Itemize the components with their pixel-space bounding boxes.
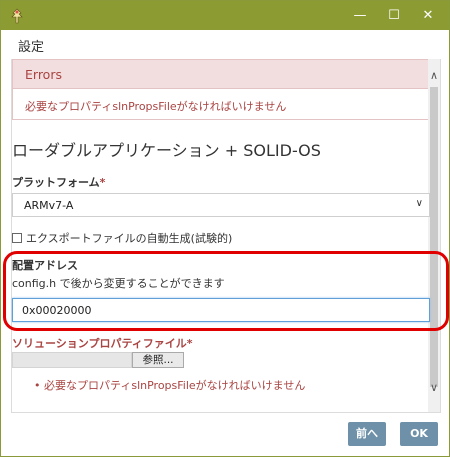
platform-selected-value: ARMv7-A (24, 199, 74, 212)
browse-button[interactable]: 参照... (132, 352, 184, 368)
errors-header: Errors (12, 59, 430, 89)
solution-file-label: ソリューションプロパティファイル* (12, 335, 193, 351)
ok-button[interactable]: OK (400, 422, 438, 446)
solution-file-label-text: ソリューションプロパティファイル (12, 337, 187, 350)
application-title: ローダブルアプリケーション + SOLID-OS (12, 141, 321, 160)
solution-file-required-mark: * (186, 337, 193, 350)
errors-message: 必要なプロパティslnPropsFileがなければいけません (12, 89, 430, 120)
vertical-scrollbar[interactable]: ∧ ∨ (428, 59, 440, 412)
address-input[interactable]: 0x00020000 (12, 298, 430, 322)
platform-select[interactable]: ARMv7-A ∨ (12, 193, 430, 217)
prev-button[interactable]: 前へ (348, 422, 386, 446)
solution-file-path-field[interactable] (12, 352, 132, 368)
export-option[interactable]: エクスポートファイルの自動生成(試験的) (12, 230, 232, 246)
settings-window: — ☐ ✕ 設定 Errors 必要なプロパティslnPropsFileがなけれ… (0, 0, 450, 457)
solution-file-error-text: 必要なプロパティslnPropsFileがなければいけません (44, 379, 306, 392)
scroll-down-icon[interactable]: ∨ (428, 381, 440, 395)
dialog-title: 設定 (18, 40, 45, 55)
address-label: 配置アドレス (12, 259, 78, 272)
app-logo-icon (10, 8, 24, 24)
maximize-button[interactable]: ☐ (379, 1, 409, 30)
scroll-thumb[interactable] (430, 87, 438, 387)
export-checkbox[interactable] (12, 233, 22, 243)
platform-label: プラットフォーム* (12, 174, 105, 190)
address-help-text: config.h で後から変更することができます (12, 277, 225, 290)
minimize-button[interactable]: — (345, 1, 375, 30)
chevron-down-icon: ∨ (415, 198, 423, 209)
platform-label-text: プラットフォーム (12, 176, 100, 189)
export-checkbox-label: エクスポートファイルの自動生成(試験的) (26, 232, 233, 245)
solution-file-error: • 必要なプロパティslnPropsFileがなければいけません (34, 379, 306, 392)
close-button[interactable]: ✕ (413, 1, 443, 30)
platform-required-mark: * (99, 176, 106, 189)
scroll-up-icon[interactable]: ∧ (428, 69, 440, 83)
title-bar: — ☐ ✕ (1, 1, 449, 30)
